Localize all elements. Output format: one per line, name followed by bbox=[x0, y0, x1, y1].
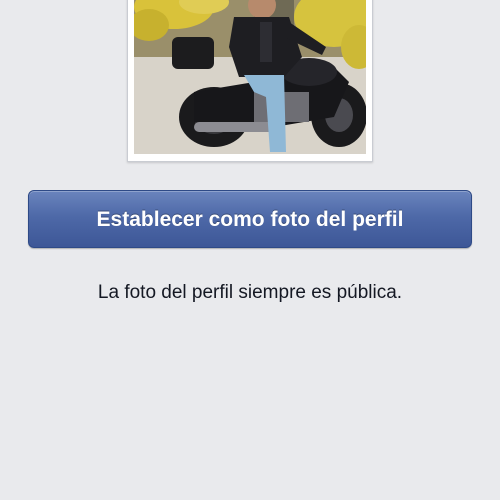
profile-photo-preview bbox=[134, 0, 366, 154]
profile-photo-public-notice: La foto del perfil siempre es pública. bbox=[97, 282, 403, 303]
set-profile-photo-screen: Establecer como foto del perfil La foto … bbox=[0, 0, 500, 500]
set-as-profile-photo-button[interactable]: Establecer como foto del perfil bbox=[28, 190, 472, 248]
profile-photo-image bbox=[134, 0, 366, 154]
photo-preview-frame bbox=[127, 0, 373, 162]
